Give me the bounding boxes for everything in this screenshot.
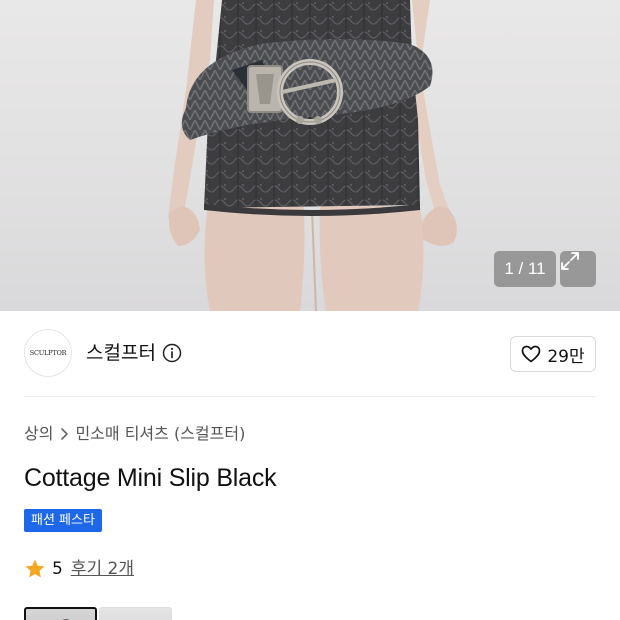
like-count: 29만 — [547, 346, 585, 367]
brand-name[interactable]: 스컬프터 — [86, 339, 156, 367]
heart-outline-icon — [522, 345, 541, 363]
thumbnail-image — [62, 619, 70, 620]
rating-score: 5 — [52, 559, 63, 579]
image-counter: 1 / 11 — [494, 251, 556, 287]
promo-badge[interactable]: 패션 페스타 — [24, 509, 102, 532]
rating-summary: 5 후기 2개 — [24, 557, 134, 581]
breadcrumb: 상의 민소매 티셔츠 (스컬프터) — [24, 422, 245, 446]
breadcrumb-category[interactable]: 상의 — [24, 422, 53, 446]
section-divider — [24, 396, 596, 397]
info-icon[interactable] — [162, 343, 182, 363]
thumbnail-2[interactable] — [99, 607, 172, 620]
brand-logo-text: SCULPTOR — [29, 349, 67, 357]
like-button[interactable]: 29만 — [510, 336, 596, 372]
product-title: Cottage Mini Slip Black — [24, 464, 277, 492]
chevron-right-icon — [61, 428, 69, 440]
thumbnail-image — [100, 608, 172, 620]
brand-logo[interactable]: SCULPTOR — [24, 329, 72, 377]
thumbnail-1[interactable] — [24, 607, 97, 620]
review-count-link[interactable]: 후기 2개 — [71, 557, 134, 581]
expand-button[interactable] — [560, 251, 596, 287]
product-image[interactable]: 1 / 11 — [0, 0, 620, 311]
breadcrumb-subcategory[interactable]: 민소매 티셔츠 (스컬프터) — [75, 422, 245, 446]
star-icon — [25, 559, 45, 578]
expand-icon — [561, 252, 579, 270]
